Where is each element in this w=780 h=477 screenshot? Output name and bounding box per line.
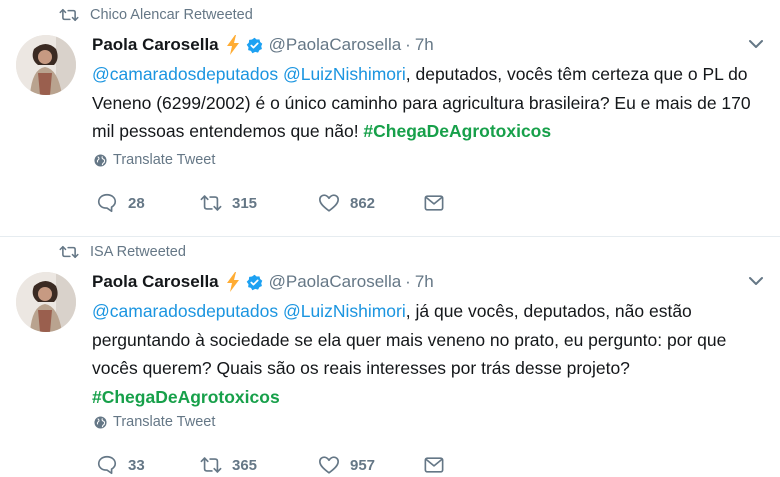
translate-label: Translate Tweet [113,414,216,430]
avatar-image [16,272,76,332]
timestamp[interactable]: 7h [415,35,434,55]
reply-count: 33 [128,456,145,474]
retweet-icon [200,195,222,211]
avatar[interactable] [16,272,76,332]
translate-tweet-link[interactable]: Translate Tweet [94,151,215,169]
like-count: 862 [350,194,376,212]
verified-badge-icon [246,274,262,290]
tweet-1[interactable]: Chico Alencar Retweeted Paola Carosella … [0,0,780,237]
retweeted-by-label: Chico Alencar Retweeted [90,7,253,23]
lightning-bolt-icon [226,272,239,292]
mention-link[interactable]: @LuizNishimori [283,64,406,84]
direct-message-icon [424,195,444,211]
retweeted-by-label: ISA Retweeted [90,244,186,260]
reply-button[interactable]: 28 [96,192,200,214]
lightning-bolt-icon [226,35,239,55]
reply-icon [97,193,117,213]
tweet-actions: 33 365 957 [96,453,454,477]
translate-label: Translate Tweet [113,152,216,168]
author-handle[interactable]: @PaolaCarosella [269,272,402,292]
tweet-text: @camaradosdeputados @LuizNishimori, depu… [92,60,762,146]
mention-link[interactable]: @LuizNishimori [283,301,406,321]
chevron-down-icon[interactable] [748,275,764,287]
mention-link[interactable]: @camaradosdeputados [92,64,278,84]
avatar[interactable] [16,35,76,95]
verified-badge-icon [246,37,262,53]
retweet-icon [59,245,79,259]
heart-icon [319,456,339,474]
tweet-header: Paola Carosella @PaolaCarosella · 7h [92,270,434,294]
reply-count: 28 [128,194,145,212]
separator-dot: · [405,35,411,54]
retweet-count: 315 [232,194,258,212]
retweet-context[interactable]: ISA Retweeted [58,243,186,261]
avatar-image [16,35,76,95]
like-count: 957 [350,456,376,474]
author-handle[interactable]: @PaolaCarosella [269,35,402,55]
heart-icon [319,194,339,212]
tweet-text: @camaradosdeputados @LuizNishimori, já q… [92,297,762,411]
retweet-count: 365 [232,456,258,474]
timestamp[interactable]: 7h [415,272,434,292]
direct-message-button[interactable] [424,194,454,212]
like-button[interactable]: 862 [318,192,424,214]
hashtag-link[interactable]: #ChegaDeAgrotoxicos [92,387,280,407]
chevron-down-icon[interactable] [748,38,764,50]
direct-message-button[interactable] [424,456,454,474]
author-name[interactable]: Paola Carosella [92,35,219,55]
like-button[interactable]: 957 [318,454,424,476]
tweet-header: Paola Carosella @PaolaCarosella · 7h [92,33,434,57]
direct-message-icon [424,457,444,473]
retweet-button[interactable]: 365 [200,454,318,476]
translate-tweet-link[interactable]: Translate Tweet [94,413,215,431]
retweet-icon [59,8,79,22]
reply-icon [97,455,117,475]
globe-icon [94,153,107,167]
retweet-icon [200,457,222,473]
author-name[interactable]: Paola Carosella [92,272,219,292]
separator-dot: · [405,272,411,291]
globe-icon [94,415,107,429]
retweet-button[interactable]: 315 [200,192,318,214]
retweet-context[interactable]: Chico Alencar Retweeted [58,6,253,24]
reply-button[interactable]: 33 [96,454,200,476]
mention-link[interactable]: @camaradosdeputados [92,301,278,321]
tweet-actions: 28 315 862 [96,191,454,215]
hashtag-link[interactable]: #ChegaDeAgrotoxicos [363,121,551,141]
tweet-2[interactable]: ISA Retweeted Paola Carosella @PaolaCaro… [0,237,780,477]
